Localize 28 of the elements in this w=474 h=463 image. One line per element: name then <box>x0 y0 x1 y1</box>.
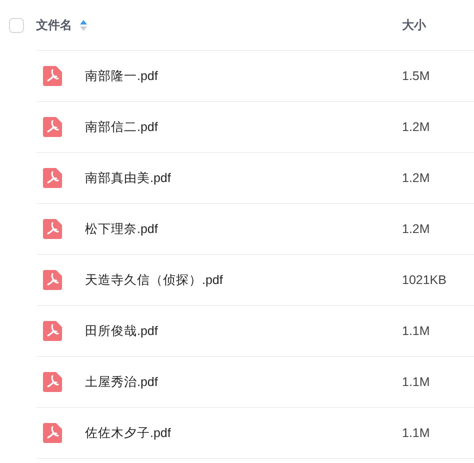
file-size: 1021KB <box>402 273 448 287</box>
file-name[interactable]: 松下理奈.pdf <box>85 220 158 238</box>
file-name[interactable]: 南部真由美.pdf <box>85 170 171 186</box>
file-name[interactable]: 田所俊哉.pdf <box>85 322 158 340</box>
file-size: 1.1M <box>402 324 431 338</box>
pdf-file-icon <box>43 270 62 290</box>
sort-icon[interactable] <box>80 20 87 31</box>
pdf-file-icon <box>43 168 62 188</box>
select-all-checkbox[interactable] <box>9 18 24 33</box>
column-header[interactable]: 文件名 <box>36 17 72 34</box>
file-name[interactable]: 土屋秀治.pdf <box>85 374 158 390</box>
pdf-file-icon <box>43 321 62 341</box>
pdf-file-icon <box>43 66 62 86</box>
pdf-file-icon <box>43 219 62 239</box>
pdf-file-icon <box>43 372 62 392</box>
file-size: 1.5M <box>402 69 431 83</box>
file-name[interactable]: 天造寺久信（侦探）.pdf <box>85 272 223 288</box>
file-size: 1.1M <box>402 375 431 389</box>
file-name[interactable]: 南部信二.pdf <box>85 118 158 136</box>
file-size: 1.2M <box>402 120 431 134</box>
file-name[interactable]: 南部隆一.pdf <box>85 68 158 84</box>
file-size: 1.2M <box>402 171 431 185</box>
pdf-file-icon <box>43 117 62 137</box>
pdf-file-icon <box>43 423 62 443</box>
file-size: 1.1M <box>402 426 431 440</box>
file-name[interactable]: 佐佐木夕子.pdf <box>85 424 171 442</box>
file-size: 1.2M <box>402 222 431 236</box>
column-header: 大小 <box>402 17 428 34</box>
